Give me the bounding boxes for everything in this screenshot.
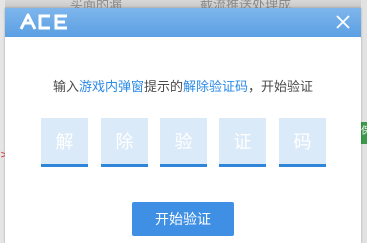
code-input-row: 解 除 验 证 码	[41, 118, 327, 167]
code-input-box-1[interactable]: 解	[41, 118, 88, 167]
instruction-part3: ，开始验证	[248, 80, 314, 95]
code-input-box-2[interactable]: 除	[101, 118, 148, 167]
instruction-highlight-popup: 游戏内弹窗	[78, 80, 144, 95]
code-input-box-5[interactable]: 码	[279, 118, 326, 167]
close-button[interactable]	[331, 10, 355, 34]
verification-dialog: 输入游戏内弹窗提示的解除验证码，开始验证 解 除 验 证 码 开始验证	[5, 8, 361, 243]
ace-logo-icon	[19, 13, 67, 30]
code-input-box-4[interactable]: 证	[219, 118, 266, 167]
background-green-tab: 保	[361, 122, 367, 144]
instruction-text: 输入游戏内弹窗提示的解除验证码，开始验证	[5, 76, 361, 95]
instruction-highlight-code: 解除验证码	[183, 80, 249, 95]
ace-logo	[19, 12, 71, 32]
instruction-part1: 输入	[52, 80, 79, 95]
start-verification-button[interactable]: 开始验证	[132, 202, 234, 236]
instruction-part2: 提示的	[143, 80, 183, 95]
dialog-header	[5, 8, 361, 37]
code-input-box-3[interactable]: 验	[160, 118, 207, 167]
close-icon	[336, 15, 350, 29]
